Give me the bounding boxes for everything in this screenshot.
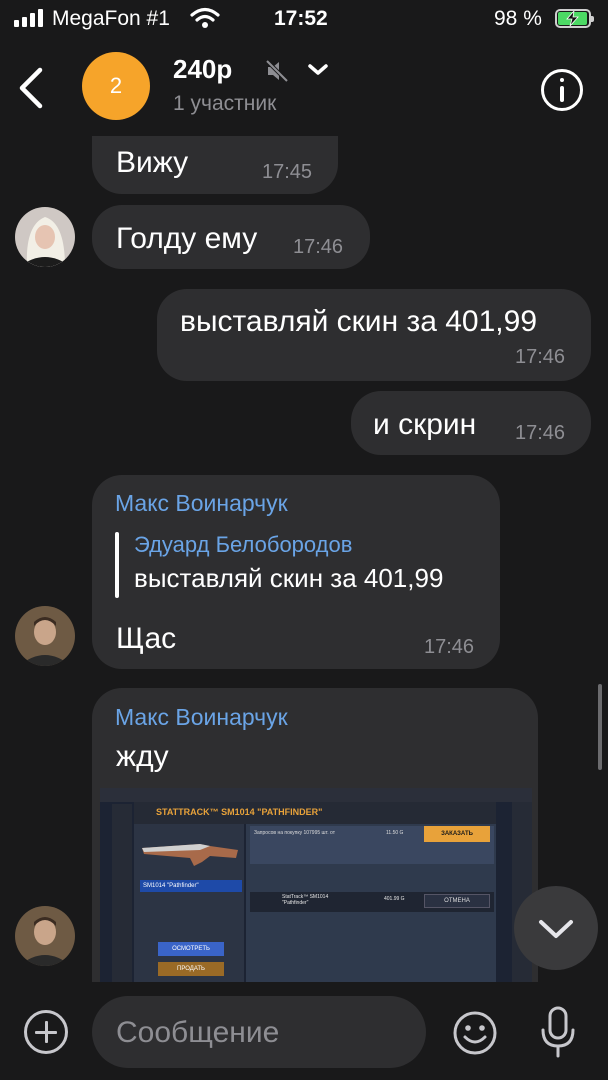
message-text: Вижу <box>116 146 189 179</box>
message-text: выставляй скин за 401,99 <box>180 305 537 338</box>
info-button[interactable] <box>541 69 583 111</box>
muted-speaker-icon <box>264 58 290 89</box>
message-composer: Сообщение <box>0 982 608 1080</box>
listing-price: 401.99 G <box>384 896 405 902</box>
status-time: 17:52 <box>274 7 328 30</box>
sender-avatar[interactable] <box>15 207 75 267</box>
back-button[interactable] <box>14 66 50 110</box>
charging-bolt-icon <box>566 11 579 26</box>
message-time: 17:46 <box>424 636 475 658</box>
message-time: 17:46 <box>293 236 344 258</box>
message-list[interactable]: Вижу 17:45 Голду ему 17:46 выставляй ски… <box>0 136 608 982</box>
reply-quote-bar <box>115 532 119 598</box>
wifi-icon <box>190 7 220 34</box>
sender-avatar[interactable] <box>15 606 75 666</box>
microphone-icon[interactable] <box>538 1006 578 1065</box>
buy-request-price: 11.50 G <box>386 830 404 836</box>
chat-header: 2 240р 1 участник <box>0 40 608 136</box>
message-text: Голду ему <box>116 222 258 255</box>
chevron-down-icon <box>539 920 573 938</box>
message-input-placeholder: Сообщение <box>116 1016 280 1049</box>
listing-item-skin: "Pathfinder" <box>282 900 309 906</box>
carrier-name: MegaFon #1 <box>52 7 170 30</box>
emoji-icon[interactable] <box>452 1010 498 1061</box>
chevron-left-icon <box>19 67 43 109</box>
cancel-listing-button: ОТМЕНА <box>424 894 490 908</box>
selected-item: SM1014 "Pathfinder" <box>140 880 242 892</box>
reply-author[interactable]: Эдуард Белобородов <box>134 532 352 558</box>
message-text: Щас <box>116 622 177 655</box>
scroll-to-bottom-button[interactable] <box>514 886 598 970</box>
sender-name[interactable]: Макс Воинарчук <box>115 704 288 731</box>
scroll-indicator[interactable] <box>598 684 602 770</box>
shotgun-image-icon <box>142 844 238 866</box>
sell-button: ПРОДАТЬ <box>158 962 224 976</box>
emulator-left-nav <box>112 804 132 982</box>
message-text: и скрин <box>373 408 477 441</box>
sender-name[interactable]: Макс Воинарчук <box>115 490 288 517</box>
message-input[interactable]: Сообщение <box>92 996 426 1068</box>
attach-plus-icon[interactable] <box>24 1010 68 1054</box>
message-text: жду <box>116 740 169 773</box>
chat-title[interactable]: 240р <box>173 54 232 85</box>
reply-text[interactable]: выставляй скин за 401,99 <box>134 563 443 594</box>
status-bar: MegaFon #1 17:52 98 % <box>0 0 608 40</box>
battery-percentage: 98 % <box>494 7 542 30</box>
chat-participants-count: 1 участник <box>173 92 277 115</box>
sender-avatar[interactable] <box>15 906 75 966</box>
message-time: 17:45 <box>262 161 313 183</box>
message-time: 17:46 <box>515 422 566 444</box>
cellular-signal-icon <box>14 9 43 27</box>
view-button: ОСМОТРЕТЬ <box>158 942 224 956</box>
message-time: 17:46 <box>515 346 566 368</box>
item-title: STATTRACK™ SM1014 "PATHFINDER" <box>156 807 323 817</box>
image-attachment[interactable]: STATTRACK™ SM1014 "PATHFINDER" SM1014 "P… <box>100 788 532 982</box>
item-titlebar: STATTRACK™ SM1014 "PATHFINDER" <box>134 802 496 824</box>
buy-request-label: Запросов на покупку 107995 шт. от <box>254 830 336 836</box>
battery-icon <box>555 9 594 28</box>
emulator-topbar <box>100 788 532 802</box>
chevron-down-icon[interactable] <box>306 62 330 83</box>
chat-avatar[interactable]: 2 <box>82 52 150 120</box>
order-button: ЗАКАЗАТЬ <box>424 826 490 842</box>
